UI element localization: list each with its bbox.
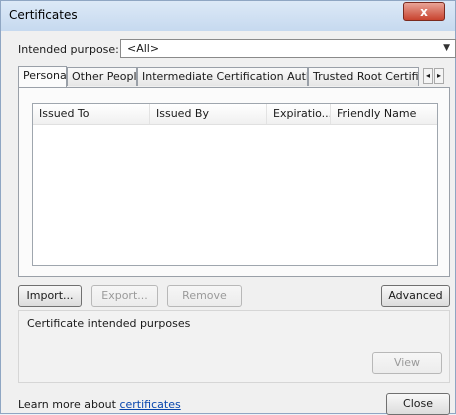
certificate-list[interactable]: Issued To Issued By Expiratio... Friendl… xyxy=(32,103,438,266)
close-button[interactable]: Close xyxy=(386,393,450,415)
advanced-button[interactable]: Advanced xyxy=(381,285,450,307)
personal-tab-panel: Issued To Issued By Expiratio... Friendl… xyxy=(18,87,450,277)
tab-scroll-right-icon[interactable]: ▸ xyxy=(434,68,444,84)
certificate-purposes-label: Certificate intended purposes xyxy=(27,317,191,330)
certificates-dialog: Certificates x Intended purpose: <All> ▼… xyxy=(0,0,456,415)
import-button[interactable]: Import... xyxy=(18,285,82,307)
tab-trusted-root[interactable]: Trusted Root Certification xyxy=(308,67,419,86)
learn-more: Learn more about certificates xyxy=(18,398,181,411)
certificate-purposes-group: Certificate intended purposes View xyxy=(18,310,450,383)
intended-purpose-select[interactable]: <All> ▼ xyxy=(120,39,456,58)
column-issued-by[interactable]: Issued By xyxy=(150,104,267,124)
tab-intermediate-authorities[interactable]: Intermediate Certification Authorities xyxy=(137,67,308,86)
column-expiration[interactable]: Expiratio... xyxy=(267,104,331,124)
learn-more-text: Learn more about xyxy=(18,398,120,411)
intended-purpose-label: Intended purpose: xyxy=(18,43,119,56)
remove-button[interactable]: Remove xyxy=(167,285,242,307)
column-issued-to[interactable]: Issued To xyxy=(33,104,150,124)
column-friendly-name[interactable]: Friendly Name xyxy=(331,104,437,124)
title-bar: Certificates x xyxy=(1,1,455,31)
list-header: Issued To Issued By Expiratio... Friendl… xyxy=(33,104,437,125)
certificates-link[interactable]: certificates xyxy=(119,398,180,411)
window-close-button[interactable]: x xyxy=(403,2,445,21)
tab-other-people[interactable]: Other People xyxy=(67,67,137,86)
certificate-tabs: Personal Other People Intermediate Certi… xyxy=(18,66,444,87)
chevron-down-icon: ▼ xyxy=(443,43,450,53)
intended-purpose-value: <All> xyxy=(127,42,160,55)
tab-scroll-left-icon[interactable]: ◂ xyxy=(423,68,433,84)
view-button[interactable]: View xyxy=(372,352,442,374)
window-title: Certificates xyxy=(9,8,78,22)
tab-personal[interactable]: Personal xyxy=(18,66,67,87)
export-button[interactable]: Export... xyxy=(91,285,158,307)
